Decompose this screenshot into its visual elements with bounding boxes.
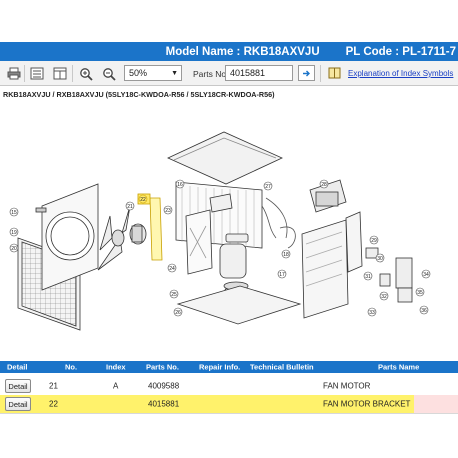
row-highlight-tail: [414, 395, 458, 413]
arrow-right-icon: [303, 70, 310, 76]
callout-18[interactable]: 18: [281, 249, 291, 259]
table-row-selected[interactable]: Detail 22 4015881 FAN MOTOR BRACKET: [0, 395, 458, 413]
svg-text:23: 23: [165, 208, 171, 214]
svg-text:17: 17: [279, 272, 285, 278]
col-technical-bulletin: Technical Bulletin: [250, 362, 314, 372]
col-no: No.: [65, 362, 78, 372]
cell-parts-name: FAN MOTOR: [323, 381, 371, 391]
svg-text:18: 18: [283, 252, 289, 258]
exploded-parts-diagram: 15 19 20 21 22 23 24 16 17 18 25 26 27 2…: [9, 131, 431, 331]
svg-text:36: 36: [421, 308, 427, 314]
svg-text:21: 21: [127, 204, 133, 210]
callout-26[interactable]: 26: [173, 307, 183, 317]
zoom-select[interactable]: 50% ▼: [124, 65, 182, 81]
callout-19[interactable]: 19: [9, 227, 19, 237]
pl-code-title: PL Code : PL-1711-7: [345, 45, 456, 58]
cell-no: 22: [49, 399, 58, 409]
cell-parts-no: 4015881: [148, 399, 180, 409]
callout-33[interactable]: 33: [367, 307, 377, 317]
detail-button[interactable]: Detail: [5, 379, 31, 393]
col-repair-info: Repair Info.: [199, 362, 241, 372]
parts-no-input[interactable]: 4015881: [225, 65, 293, 81]
fan-blade[interactable]: [97, 205, 131, 271]
callout-22[interactable]: 22: [138, 194, 148, 204]
callout-31[interactable]: 31: [363, 271, 373, 281]
callout-35[interactable]: 35: [415, 287, 425, 297]
svg-text:26: 26: [175, 310, 181, 316]
callout-17[interactable]: 17: [277, 269, 287, 279]
col-parts-name: Parts Name: [378, 362, 420, 372]
title-bar: Model Name : RKB18AXVJU PL Code : PL-171…: [0, 42, 458, 61]
zoom-value: 50%: [129, 68, 148, 78]
callout-27[interactable]: 27: [263, 181, 273, 191]
callout-16[interactable]: 16: [175, 179, 185, 189]
svg-text:33: 33: [369, 310, 375, 316]
svg-text:25: 25: [171, 292, 177, 298]
partition-plate[interactable]: [185, 209, 213, 275]
list-view-icon[interactable]: [27, 65, 46, 82]
callout-32[interactable]: 32: [379, 291, 389, 301]
col-detail: Detail: [7, 362, 28, 372]
svg-text:24: 24: [169, 266, 175, 272]
svg-text:19: 19: [11, 230, 17, 236]
parts-no-label: Parts No.: [193, 69, 229, 79]
callout-24[interactable]: 24: [167, 263, 177, 273]
table-row[interactable]: Detail 21 A 4009588 FAN MOTOR: [0, 377, 458, 395]
book-icon: [328, 67, 341, 81]
detail-button[interactable]: Detail: [5, 397, 31, 411]
callout-23[interactable]: 23: [163, 205, 173, 215]
toolbar: 50% ▼ Parts No. 4015881 Explanation of I…: [0, 61, 458, 86]
svg-text:16: 16: [177, 182, 183, 188]
go-button[interactable]: [298, 65, 315, 81]
base-pan[interactable]: [176, 285, 302, 325]
print-icon[interactable]: [4, 65, 23, 82]
callout-34[interactable]: 34: [421, 269, 431, 279]
electrical-cover[interactable]: [345, 211, 363, 273]
callout-25[interactable]: 25: [169, 289, 179, 299]
callout-30[interactable]: 30: [375, 253, 385, 263]
callout-36[interactable]: 36: [419, 305, 429, 315]
svg-text:35: 35: [417, 290, 423, 296]
svg-text:29: 29: [371, 238, 377, 244]
side-panel[interactable]: [301, 219, 349, 319]
refrigerant-pipes[interactable]: [261, 197, 296, 249]
explanation-link[interactable]: Explanation of Index Symbols: [348, 69, 453, 78]
model-name-title: Model Name : RKB18AXVJU: [165, 45, 320, 58]
cell-no: 21: [49, 381, 58, 391]
front-panel[interactable]: [41, 183, 99, 291]
callout-20[interactable]: 20: [9, 243, 19, 253]
callout-28[interactable]: 28: [319, 179, 329, 189]
col-parts-no: Parts No.: [146, 362, 179, 372]
toolbar-divider: [72, 65, 73, 82]
cell-parts-name: FAN MOTOR BRACKET: [323, 399, 411, 409]
col-index: Index: [106, 362, 126, 372]
svg-text:28: 28: [321, 182, 327, 188]
top-panel[interactable]: [167, 131, 283, 185]
toolbar-divider: [24, 65, 25, 82]
callout-15[interactable]: 15: [9, 207, 19, 217]
row-divider: [0, 413, 458, 414]
svg-text:27: 27: [265, 184, 271, 190]
svg-text:34: 34: [423, 272, 429, 278]
svg-text:15: 15: [11, 210, 17, 216]
zoom-in-icon[interactable]: [76, 65, 95, 82]
parts-table-header: Detail No. Index Parts No. Repair Info. …: [0, 361, 458, 373]
svg-text:31: 31: [365, 274, 371, 280]
chevron-down-icon: ▼: [171, 69, 178, 77]
cell-index: A: [113, 381, 119, 391]
svg-text:22: 22: [140, 197, 146, 203]
toolbar-divider: [320, 65, 321, 82]
split-view-icon[interactable]: [50, 65, 69, 82]
svg-text:20: 20: [11, 246, 17, 252]
svg-text:30: 30: [377, 256, 383, 262]
callout-29[interactable]: 29: [369, 235, 379, 245]
cell-parts-no: 4009588: [148, 381, 180, 391]
fan-motor-part[interactable]: [129, 223, 147, 245]
valve-parts[interactable]: [365, 247, 413, 303]
svg-text:32: 32: [381, 294, 387, 300]
zoom-out-icon[interactable]: [99, 65, 118, 82]
callout-21[interactable]: 21: [125, 201, 135, 211]
